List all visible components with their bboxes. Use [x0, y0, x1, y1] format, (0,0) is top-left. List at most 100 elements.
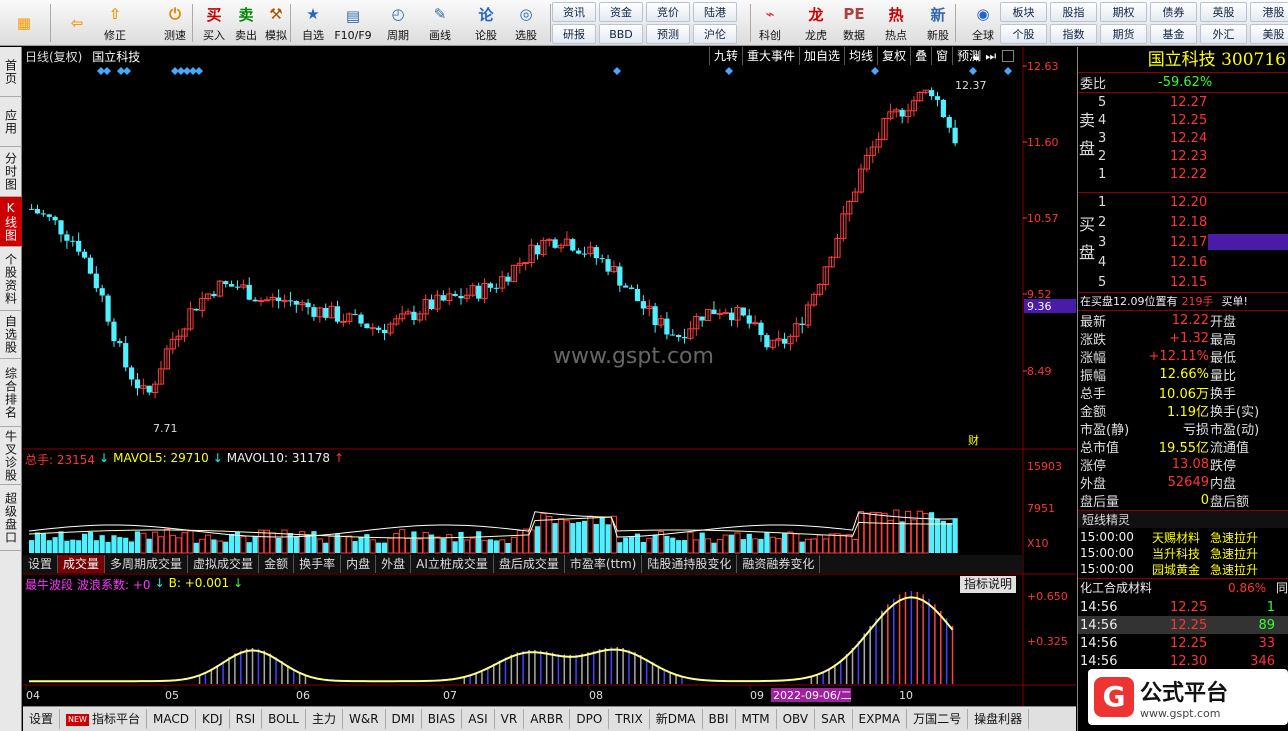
toolbar-new-stock-button[interactable]: 新新股 [920, 0, 956, 45]
toolbar-modify-button[interactable]: ⇧ 修正 [97, 0, 133, 45]
sidebar-tab-0[interactable]: 首页 [0, 47, 22, 97]
quick-link-3-1[interactable]: 指数 [1050, 24, 1097, 44]
chart-btn-6[interactable]: 窗 [931, 47, 952, 65]
quick-link-3-3[interactable]: 基金 [1150, 24, 1197, 44]
chart-btn-5[interactable]: 叠 [910, 47, 931, 65]
toolbar-dragon-tiger-button[interactable]: 龙龙虎 [798, 0, 834, 45]
toolbar-draw-button[interactable]: ✎ 画线 [422, 0, 458, 45]
sidebar-tab-3[interactable]: K线图 [0, 197, 22, 247]
quick-link-2-5[interactable]: 港股 [1250, 2, 1288, 22]
chart-btn-2[interactable]: 加自选 [799, 47, 844, 65]
indicator-tab-2[interactable]: MACD [147, 709, 196, 729]
event-marker-icon[interactable] [725, 67, 733, 75]
chart-btn-3[interactable]: 均线 [844, 47, 877, 65]
toolbar-science-innovation-button[interactable]: ⌁ 科创 [752, 0, 788, 45]
indicator-tab-1[interactable]: NEW 指标平台 [60, 709, 147, 729]
indicator-tab-7[interactable]: W&R [343, 709, 386, 729]
indicator-tab-15[interactable]: 新DMA [650, 709, 703, 729]
toolbar-global-button[interactable]: ◉ 全球 [965, 0, 1001, 45]
quick-link-2-4[interactable]: 英股 [1200, 2, 1247, 22]
quick-link-3-2[interactable]: 期货 [1100, 24, 1147, 44]
quick-link-3-4[interactable]: 外汇 [1200, 24, 1247, 44]
quick-link-2-2[interactable]: 期权 [1100, 2, 1147, 22]
lock-icon[interactable]: 🔒︎ [973, 49, 979, 64]
volume-tab-2[interactable]: 多周期成交量 [105, 555, 189, 573]
sidebar-tab-6[interactable]: 综合排名 [0, 359, 22, 427]
indicator-tab-17[interactable]: MTM [736, 709, 777, 729]
quick-link-1-3[interactable]: 沪伦 [693, 24, 737, 44]
indicator-tab-9[interactable]: BIAS [422, 709, 463, 729]
volume-tab-0[interactable]: 设置 [23, 555, 59, 573]
indicator-tab-22[interactable]: 操盘利器 [968, 709, 1030, 729]
toolbar-forum-button[interactable]: 论论股 [468, 0, 504, 45]
indicator-tab-0[interactable]: 设置 [23, 709, 61, 729]
quick-link-0-0[interactable]: 资讯 [552, 2, 596, 22]
sidebar-tab-7[interactable]: 牛叉诊股 [0, 427, 22, 485]
toolbar-watchlist-button[interactable]: ★ 自选 [295, 0, 331, 45]
volume-tab-4[interactable]: 金额 [259, 555, 295, 573]
toolbar-hot-button[interactable]: 热热点 [878, 0, 914, 45]
event-marker-icon[interactable] [871, 67, 879, 75]
event-marker-icon[interactable] [1004, 67, 1012, 75]
indicator-tab-3[interactable]: KDJ [196, 709, 230, 729]
volume-tab-10[interactable]: 市盈率(ttm) [565, 555, 643, 573]
toolbar-data-button[interactable]: PE 数据 [836, 0, 872, 45]
indicator-tab-10[interactable]: ASI [462, 709, 495, 729]
quick-link-1-1[interactable]: BBD [599, 24, 643, 44]
indicator-tab-13[interactable]: DPO [570, 709, 610, 729]
toolbar-menu-button[interactable]: ▦ [2, 0, 46, 45]
indicator-tab-11[interactable]: VR [495, 709, 525, 729]
event-marker-icon[interactable] [613, 67, 621, 75]
expand-icon[interactable] [1002, 50, 1015, 62]
volume-tab-6[interactable]: 内盘 [341, 555, 377, 573]
sidebar-tab-2[interactable]: 分时图 [0, 147, 22, 197]
kline-chart-area[interactable]: 12.63 11.60 10.57 9.52 8.49 9.36 www.gspt.com 1… [23, 47, 1076, 707]
chart-btn-1[interactable]: 重大事件 [742, 47, 799, 65]
sidebar-tab-5[interactable]: 自选股 [0, 311, 22, 359]
toolbar-f10-button[interactable]: ▤ F10/F9 [334, 0, 371, 45]
indicator-tab-12[interactable]: ARBR [524, 709, 571, 729]
volume-tab-7[interactable]: 外盘 [376, 555, 412, 573]
toolbar-buy-button[interactable]: 买买入 [196, 0, 232, 45]
volume-tab-8[interactable]: AI立桩成交量 [411, 555, 494, 573]
quick-link-2-1[interactable]: 股指 [1050, 2, 1097, 22]
toolbar-simulate-button[interactable]: ⚒ 模拟 [258, 0, 294, 45]
indicator-tab-18[interactable]: OBV [777, 709, 816, 729]
volume-tab-11[interactable]: 陆股通持股变化 [642, 555, 738, 573]
indicator-tab-8[interactable]: DMI [386, 709, 422, 729]
indicator-tab-20[interactable]: EXPMA [853, 709, 908, 729]
quick-link-3-0[interactable]: 个股 [1000, 24, 1047, 44]
indicator-tab-6[interactable]: 主力 [306, 709, 343, 729]
indicator-tab-14[interactable]: TRIX [609, 709, 650, 729]
quick-link-2-3[interactable]: 债券 [1150, 2, 1197, 22]
volume-tab-12[interactable]: 融资融券变化 [737, 555, 821, 573]
sidebar-tab-1[interactable]: 应用 [0, 97, 22, 147]
indicator-help-button[interactable]: 指标说明 [960, 576, 1017, 593]
event-marker-icon[interactable] [103, 67, 111, 75]
event-marker-icon[interactable] [123, 67, 131, 75]
sidebar-tab-8[interactable]: 超级盘口 [0, 485, 22, 551]
sector-name[interactable]: 化工合成材料 [1080, 579, 1152, 596]
quick-link-1-0[interactable]: 研报 [552, 24, 596, 44]
event-marker-icon[interactable] [969, 67, 977, 75]
indicator-tab-19[interactable]: SAR [815, 709, 853, 729]
quick-link-3-5[interactable]: 美股 [1250, 24, 1288, 44]
toolbar-back-button[interactable]: ⇦ [55, 0, 99, 45]
event-marker-icon[interactable] [195, 67, 203, 75]
quick-link-2-0[interactable]: 板块 [1000, 2, 1047, 22]
volume-tab-1[interactable]: 成交量 [58, 555, 106, 573]
toolbar-period-button[interactable]: ◴ 周期 [380, 0, 416, 45]
chart-btn-0[interactable]: 九转 [709, 47, 742, 65]
toolbar-test-speed-button[interactable]: ⏻ 测速 [157, 0, 193, 45]
indicator-tab-5[interactable]: BOLL [262, 709, 306, 729]
indicator-tab-21[interactable]: 万国二号 [907, 709, 969, 729]
sidebar-tab-4[interactable]: 个股资料 [0, 247, 22, 311]
indicator-tab-16[interactable]: BBI [703, 709, 736, 729]
volume-tab-3[interactable]: 虚拟成交量 [188, 555, 260, 573]
indicator-tab-4[interactable]: RSI [230, 709, 263, 729]
quick-link-1-2[interactable]: 预测 [646, 24, 690, 44]
quick-link-0-2[interactable]: 竞价 [646, 2, 690, 22]
toolbar-stock-select-button[interactable]: ◎ 选股 [508, 0, 544, 45]
volume-tab-5[interactable]: 换手率 [294, 555, 342, 573]
quick-link-0-3[interactable]: 陆港 [693, 2, 737, 22]
